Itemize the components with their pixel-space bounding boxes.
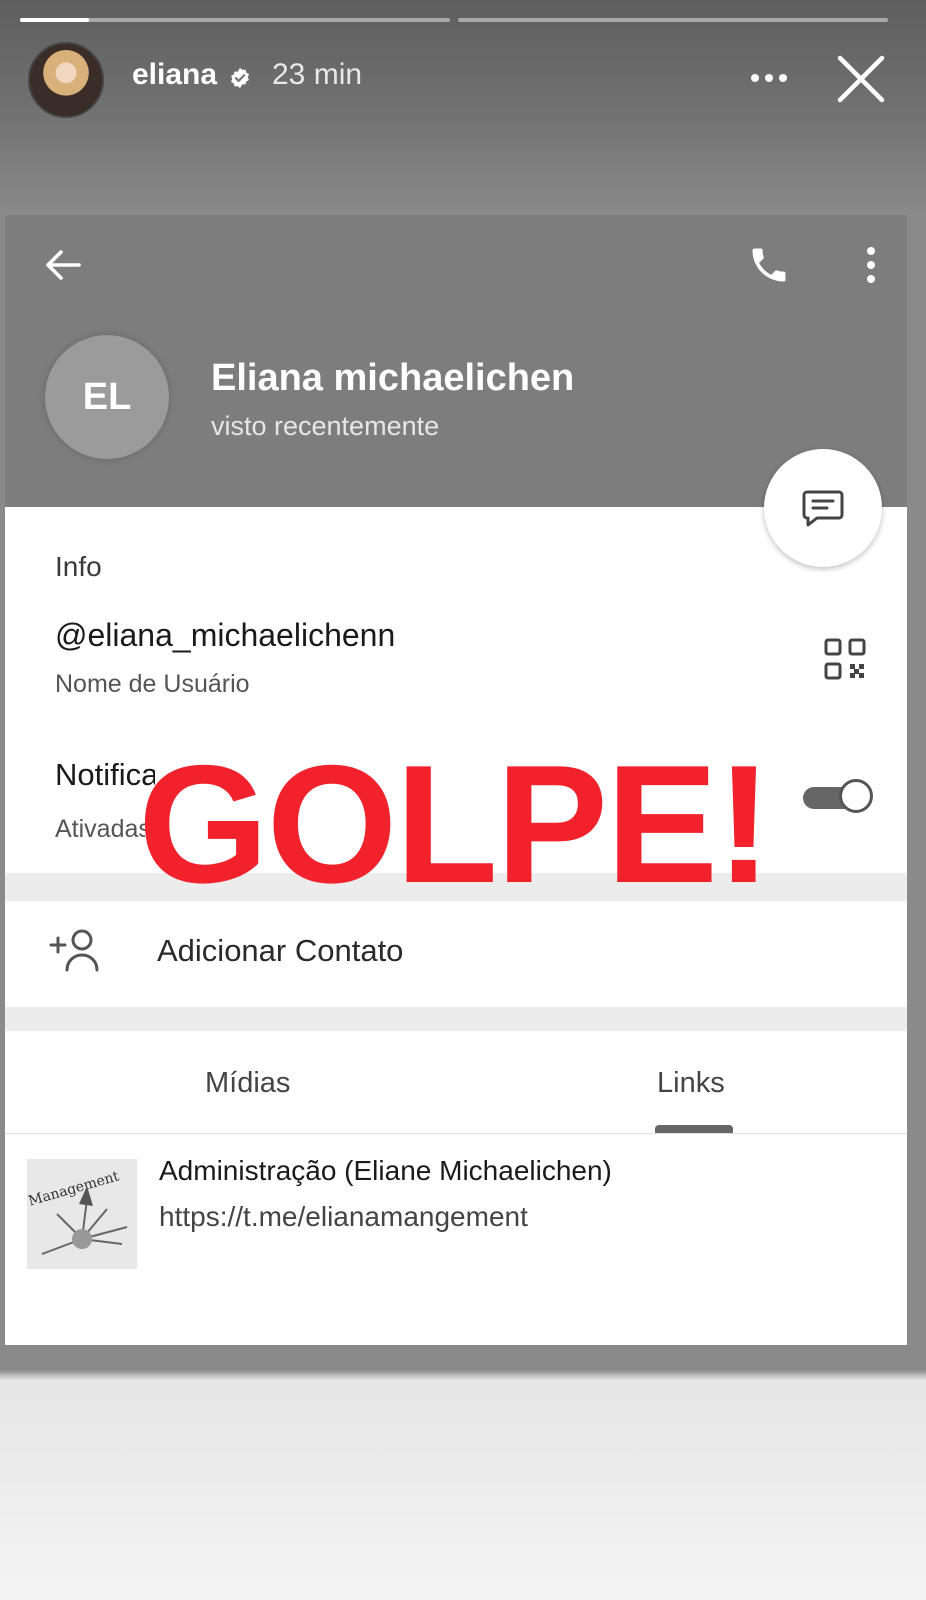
add-contact-icon <box>49 929 99 972</box>
username-value: @eliana_michaelichenn <box>55 617 396 653</box>
link-title: Administração (Eliane Michaelichen) <box>159 1155 612 1186</box>
add-contact-label: Adicionar Contato <box>157 933 404 968</box>
phone-icon <box>752 248 786 282</box>
contact-avatar: EL <box>45 335 169 459</box>
notifications-value: Ativadas <box>55 815 145 843</box>
tab-links: Links <box>657 1067 725 1099</box>
story-avatar[interactable] <box>28 42 104 118</box>
qr-code-icon <box>824 638 866 680</box>
username-caption: Nome de Usuário <box>55 670 250 698</box>
info-heading: Info <box>55 551 102 582</box>
more-horizontal-icon[interactable] <box>748 64 790 92</box>
tab-media: Mídias <box>205 1067 291 1099</box>
notifications-toggle <box>803 777 877 817</box>
more-vertical-icon <box>867 247 875 283</box>
message-button <box>764 449 882 567</box>
link-thumbnail: Management <box>27 1159 137 1269</box>
back-arrow-icon <box>46 250 81 280</box>
scam-warning-overlay: GOLPE! <box>138 730 772 918</box>
contact-name: Eliana michaelichen <box>211 357 575 399</box>
active-tab-indicator <box>655 1125 733 1133</box>
profile-header: EL Eliana michaelichen visto recentement… <box>5 215 907 507</box>
story-time: 23 min <box>272 58 363 91</box>
close-icon[interactable] <box>836 54 886 104</box>
verified-badge-icon <box>231 67 249 89</box>
story-username[interactable]: eliana <box>132 58 217 92</box>
tabs-border <box>5 1133 907 1134</box>
link-url: https://t.me/elianamangement <box>159 1201 528 1232</box>
story-progress-2 <box>458 18 888 22</box>
story-progress-1 <box>20 18 450 22</box>
contact-status: visto recentemente <box>211 411 440 441</box>
section-divider <box>5 1007 907 1031</box>
message-icon <box>802 490 844 527</box>
